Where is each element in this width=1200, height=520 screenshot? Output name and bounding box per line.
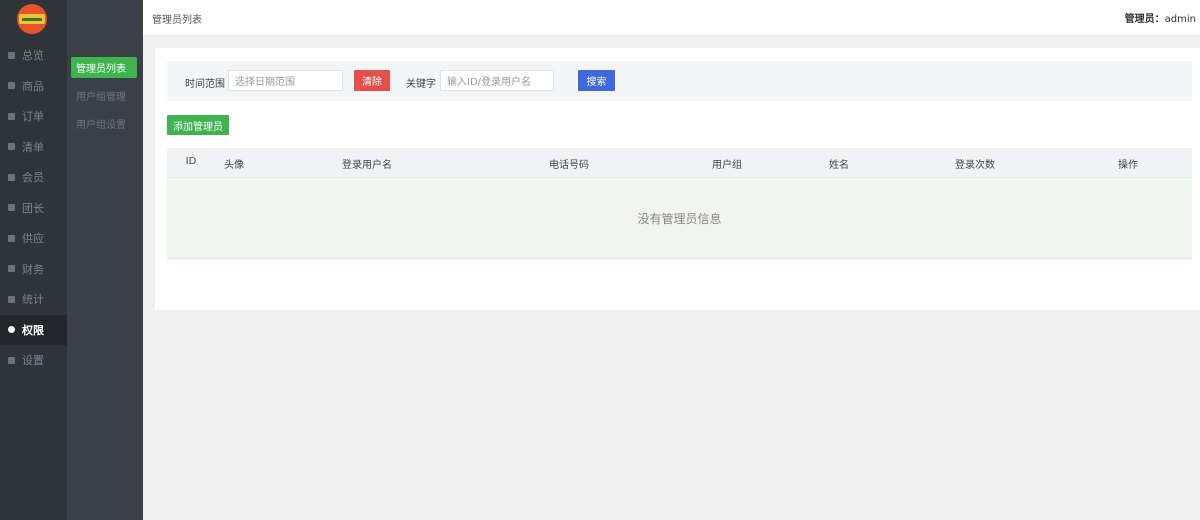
user-label: 管理员： bbox=[1124, 14, 1165, 25]
secondary-sidebar: 管理员列表 用户组管理 用户组设置 bbox=[67, 0, 143, 520]
sidebar-item-members[interactable]: 会员 bbox=[0, 162, 67, 193]
date-range-input[interactable]: 选择日期范围 bbox=[228, 70, 343, 91]
logo[interactable] bbox=[17, 4, 47, 34]
list-icon bbox=[8, 143, 15, 151]
main-card: 时间范围 选择日期范围 清除 关键字 输入ID/登录用户名 搜索 添加管理员 I… bbox=[155, 48, 1200, 310]
leader-icon bbox=[8, 204, 15, 212]
supply-icon bbox=[8, 234, 15, 242]
keyword-input[interactable]: 输入ID/登录用户名 bbox=[440, 70, 554, 91]
sidebar-item-lists[interactable]: 清单 bbox=[0, 132, 67, 163]
column-header-avatar: 头像 bbox=[224, 160, 244, 171]
sidebar-item-label: 供应 bbox=[22, 232, 44, 246]
user-icon bbox=[8, 173, 15, 181]
user-name: admin bbox=[1164, 14, 1196, 25]
sidebar-item-overview[interactable]: 总览 bbox=[0, 40, 67, 71]
sidebar-item-permissions[interactable]: 权限 bbox=[0, 314, 67, 345]
filter-bar: 时间范围 选择日期范围 清除 关键字 输入ID/登录用户名 搜索 bbox=[167, 61, 1192, 101]
subnav-item-admin-list[interactable]: 管理员列表 bbox=[71, 57, 137, 78]
order-icon bbox=[8, 112, 15, 120]
add-admin-button[interactable]: 添加管理员 bbox=[167, 115, 229, 135]
sidebar-item-label: 团长 bbox=[22, 201, 44, 215]
current-user[interactable]: 管理员：admin bbox=[1125, 10, 1196, 25]
search-button[interactable]: 搜索 bbox=[578, 70, 615, 91]
primary-sidebar: 总览 商品 订单 清单 会员 团长 供应 财务 统计 权限 设置 bbox=[0, 0, 67, 520]
table-header: ID 头像 登录用户名 电话号码 用户组 姓名 登录次数 操作 bbox=[167, 148, 1192, 177]
sidebar-item-products[interactable]: 商品 bbox=[0, 71, 67, 102]
column-header-actions: 操作 bbox=[1118, 160, 1138, 171]
column-header-user-group: 用户组 bbox=[712, 160, 742, 171]
sidebar-item-finance[interactable]: 财务 bbox=[0, 254, 67, 285]
sidebar-item-stats[interactable]: 统计 bbox=[0, 284, 67, 315]
subnav-item-group-manage[interactable]: 用户组管理 bbox=[71, 85, 137, 106]
sidebar-item-orders[interactable]: 订单 bbox=[0, 101, 67, 132]
column-header-username: 登录用户名 bbox=[342, 160, 392, 171]
column-header-name: 姓名 bbox=[829, 160, 849, 171]
sidebar-item-label: 会员 bbox=[22, 171, 44, 185]
subnav-item-group-settings[interactable]: 用户组设置 bbox=[71, 113, 137, 134]
secondary-nav: 管理员列表 用户组管理 用户组设置 bbox=[71, 57, 137, 141]
box-icon bbox=[8, 82, 15, 90]
sidebar-item-label: 设置 bbox=[22, 354, 44, 368]
column-header-id: ID bbox=[185, 156, 197, 167]
sidebar-item-supply[interactable]: 供应 bbox=[0, 223, 67, 254]
sidebar-item-label: 总览 bbox=[22, 49, 44, 63]
grid-icon bbox=[8, 51, 15, 59]
keyword-label: 关键字 bbox=[406, 79, 436, 90]
time-range-label: 时间范围 bbox=[185, 79, 225, 90]
money-icon bbox=[8, 265, 15, 273]
clear-button[interactable]: 清除 bbox=[354, 70, 390, 91]
column-header-login-count: 登录次数 bbox=[955, 160, 995, 171]
sidebar-item-label: 财务 bbox=[22, 262, 44, 276]
gear-icon bbox=[8, 326, 15, 334]
sidebar-item-label: 权限 bbox=[22, 323, 44, 337]
lock-icon bbox=[8, 356, 15, 364]
sidebar-item-leaders[interactable]: 团长 bbox=[0, 193, 67, 224]
sidebar-item-label: 统计 bbox=[22, 293, 44, 307]
top-bar: 管理员列表 管理员：admin bbox=[143, 0, 1200, 36]
chart-icon bbox=[8, 295, 15, 303]
empty-state-text: 没有管理员信息 bbox=[637, 211, 722, 226]
sidebar-item-label: 清单 bbox=[22, 140, 44, 154]
primary-nav: 总览 商品 订单 清单 会员 团长 供应 财务 统计 权限 设置 bbox=[0, 40, 67, 376]
table-body: 没有管理员信息 bbox=[167, 177, 1192, 259]
column-header-phone: 电话号码 bbox=[549, 160, 589, 171]
sidebar-item-settings[interactable]: 设置 bbox=[0, 345, 67, 376]
breadcrumb: 管理员列表 bbox=[152, 15, 202, 26]
sidebar-item-label: 商品 bbox=[22, 79, 44, 93]
sidebar-item-label: 订单 bbox=[22, 110, 44, 124]
admin-table: ID 头像 登录用户名 电话号码 用户组 姓名 登录次数 操作 没有管理员信息 bbox=[167, 148, 1192, 259]
